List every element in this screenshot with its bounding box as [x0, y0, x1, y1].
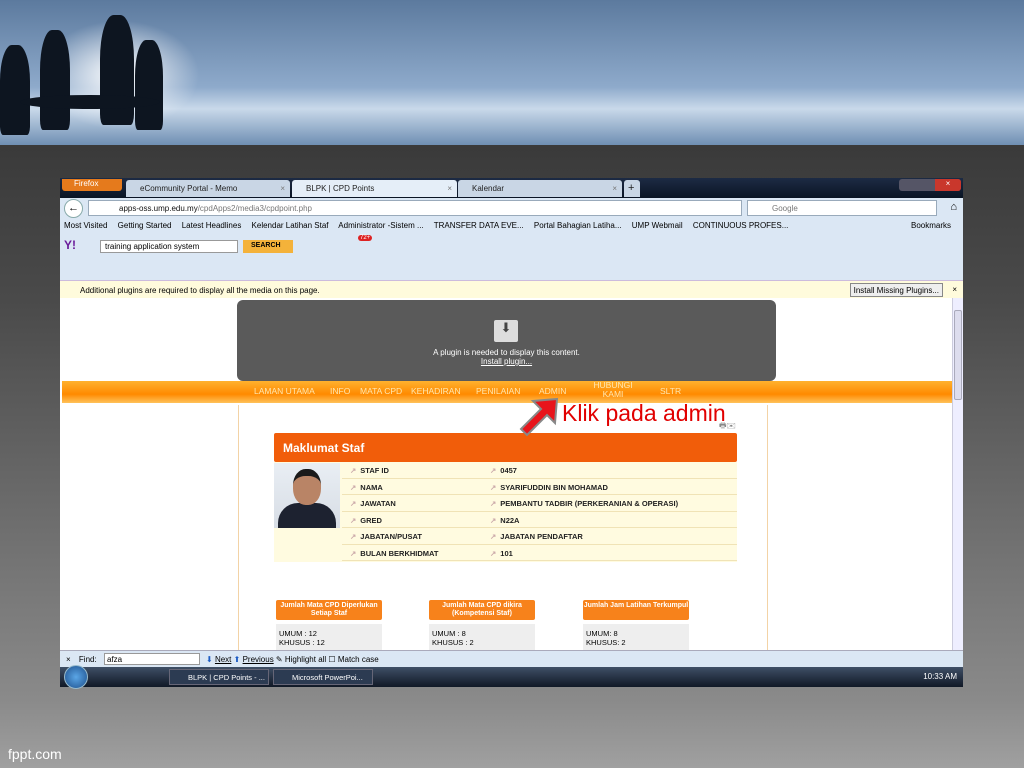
highlight-all-button[interactable]: Highlight all: [285, 655, 326, 664]
browser-window: Firefox eCommunity Portal - Memo × BLPK |…: [60, 178, 963, 689]
find-input[interactable]: [104, 653, 200, 665]
bookmark-item[interactable]: Portal Bahagian Latiha...: [534, 221, 622, 230]
taskbar: BLPK | CPD Points - ... Microsoft PowerP…: [60, 665, 963, 689]
plugin-notification-bar: Additional plugins are required to displ…: [60, 280, 963, 298]
tab-blpk[interactable]: BLPK | CPD Points ×: [292, 180, 457, 197]
nav-mata-cpd[interactable]: MATA CPD: [360, 387, 402, 396]
install-missing-plugins-button[interactable]: Install Missing Plugins...: [849, 283, 943, 297]
close-icon[interactable]: ×: [280, 184, 285, 193]
bookmark-item[interactable]: UMP Webmail: [632, 221, 683, 230]
bookmarks-toolbar: Most Visited Getting Started Latest Head…: [64, 221, 959, 235]
main-nav: LAMAN UTAMA INFO MATA CPD KEHADIRAN PENI…: [62, 381, 952, 403]
close-icon[interactable]: ×: [952, 285, 957, 294]
tab-label: eCommunity Portal - Memo: [140, 184, 238, 193]
notification-text: Additional plugins are required to displ…: [80, 286, 320, 295]
annotation-text: Klik pada admin: [562, 400, 726, 426]
staff-photo: [274, 463, 340, 528]
bookmark-item[interactable]: CONTINUOUS PROFES...: [693, 221, 789, 230]
bookmark-item[interactable]: Most Visited: [64, 221, 107, 230]
close-icon[interactable]: ×: [447, 184, 452, 193]
summary-box: Jumlah Mata CPD dikira (Kompetensi Staf)…: [429, 600, 535, 650]
nav-info[interactable]: INFO: [330, 387, 350, 396]
vertical-scrollbar[interactable]: [952, 298, 963, 650]
home-icon[interactable]: ⌂: [950, 201, 957, 213]
clock: 10:33 AM: [923, 672, 957, 681]
tab-kalendar[interactable]: Kalendar ×: [458, 180, 622, 197]
plugin-placeholder: ⬇ A plugin is needed to display this con…: [237, 300, 776, 381]
nav-hubungi-kami[interactable]: HUBUNGI KAMI: [590, 381, 636, 399]
yahoo-toolbar: Y! training application system SEARCH 72…: [62, 235, 947, 256]
bookmark-item[interactable]: Latest Headlines: [182, 221, 242, 230]
red-arrow-icon: [519, 397, 559, 437]
nav-laman-utama[interactable]: LAMAN UTAMA: [254, 387, 315, 396]
table-row: ↗ JABATAN/PUSAT ↗ JABATAN PENDAFTAR: [342, 528, 737, 545]
nav-sltr[interactable]: SLTR: [660, 387, 681, 396]
find-bar: × Find: ⬇ Next ⬆ Previous ✎ Highlight al…: [60, 650, 963, 667]
table-row: ↗ STAF ID ↗ 0457: [342, 462, 737, 479]
summary-box: Jumlah Mata CPD Diperlukan Setiap Staf UM…: [276, 600, 382, 650]
nav-admin[interactable]: ADMIN: [539, 387, 566, 396]
firefox-menu-button[interactable]: Firefox: [62, 179, 122, 191]
bookmarks-menu[interactable]: Bookmarks: [911, 221, 951, 230]
yahoo-search-button[interactable]: SEARCH: [243, 240, 293, 253]
bookmark-item[interactable]: Administrator -Sistem ...: [338, 221, 423, 230]
panel-title: Maklumat Staf: [274, 433, 737, 462]
table-row: ↗ NAMA ↗ SYARIFUDDIN BIN MOHAMAD: [342, 479, 737, 495]
table-row: ↗ GRED ↗ N22A: [342, 512, 737, 528]
find-next-button[interactable]: Next: [215, 655, 231, 664]
taskbar-item[interactable]: BLPK | CPD Points - ...: [169, 669, 269, 685]
staff-info-table: ↗ STAF ID ↗ 0457 ↗ NAMA ↗ SYARIFUDDIN BIN MOHA…: [274, 462, 737, 562]
match-case-checkbox[interactable]: Match case: [338, 655, 379, 664]
start-button[interactable]: [64, 665, 88, 689]
bookmark-item[interactable]: TRANSFER DATA EVE...: [434, 221, 524, 230]
table-row: ↗ BULAN BERKHIDMAT ↗ 101: [342, 545, 737, 561]
plugin-icon: ⬇: [494, 320, 518, 342]
yahoo-search-input[interactable]: training application system: [100, 240, 238, 253]
find-label: Find:: [78, 655, 97, 664]
summary-box: Jumlah Jam Latihan Terkumpul UMUM: 8 KHUSU…: [583, 600, 689, 650]
nav-kehadiran[interactable]: KEHADIRAN: [411, 387, 461, 396]
url-bar[interactable]: apps-oss.ump.edu.my/cpdApps2/media3/cpdp…: [88, 200, 742, 216]
tab-label: Kalendar: [472, 184, 505, 193]
mail-badge: 72+: [358, 235, 373, 241]
bookmark-item[interactable]: Kelendar Latihan Staf: [252, 221, 329, 230]
close-icon[interactable]: ×: [612, 184, 617, 193]
bookmark-item[interactable]: Getting Started: [118, 221, 172, 230]
install-plugin-link[interactable]: Install plugin...: [237, 357, 776, 366]
new-tab-button[interactable]: +: [624, 180, 640, 197]
close-icon[interactable]: ×: [66, 655, 71, 664]
slide-banner: [0, 0, 1024, 145]
slide-footer: fppt.com: [8, 746, 62, 762]
table-row: ↗ JAWATAN ↗ PEMBANTU TADBIR (PERKERANIAN & …: [342, 495, 737, 512]
nav-penilaian[interactable]: PENILAIAN: [476, 387, 520, 396]
taskbar-item[interactable]: Microsoft PowerPoi...: [273, 669, 373, 685]
window-controls[interactable]: ×: [899, 179, 961, 191]
find-previous-button[interactable]: Previous: [243, 655, 274, 664]
tab-ecommunity[interactable]: eCommunity Portal - Memo ×: [126, 180, 290, 197]
window-close-icon[interactable]: ×: [935, 179, 961, 191]
page-content: ⬇ A plugin is needed to display this con…: [60, 298, 952, 650]
yahoo-logo-icon[interactable]: Y!: [64, 238, 76, 252]
back-button[interactable]: ←: [64, 199, 83, 218]
search-input[interactable]: Google: [747, 200, 937, 216]
plugin-message: A plugin is needed to display this conte…: [433, 348, 580, 357]
tab-label: BLPK | CPD Points: [306, 184, 375, 193]
